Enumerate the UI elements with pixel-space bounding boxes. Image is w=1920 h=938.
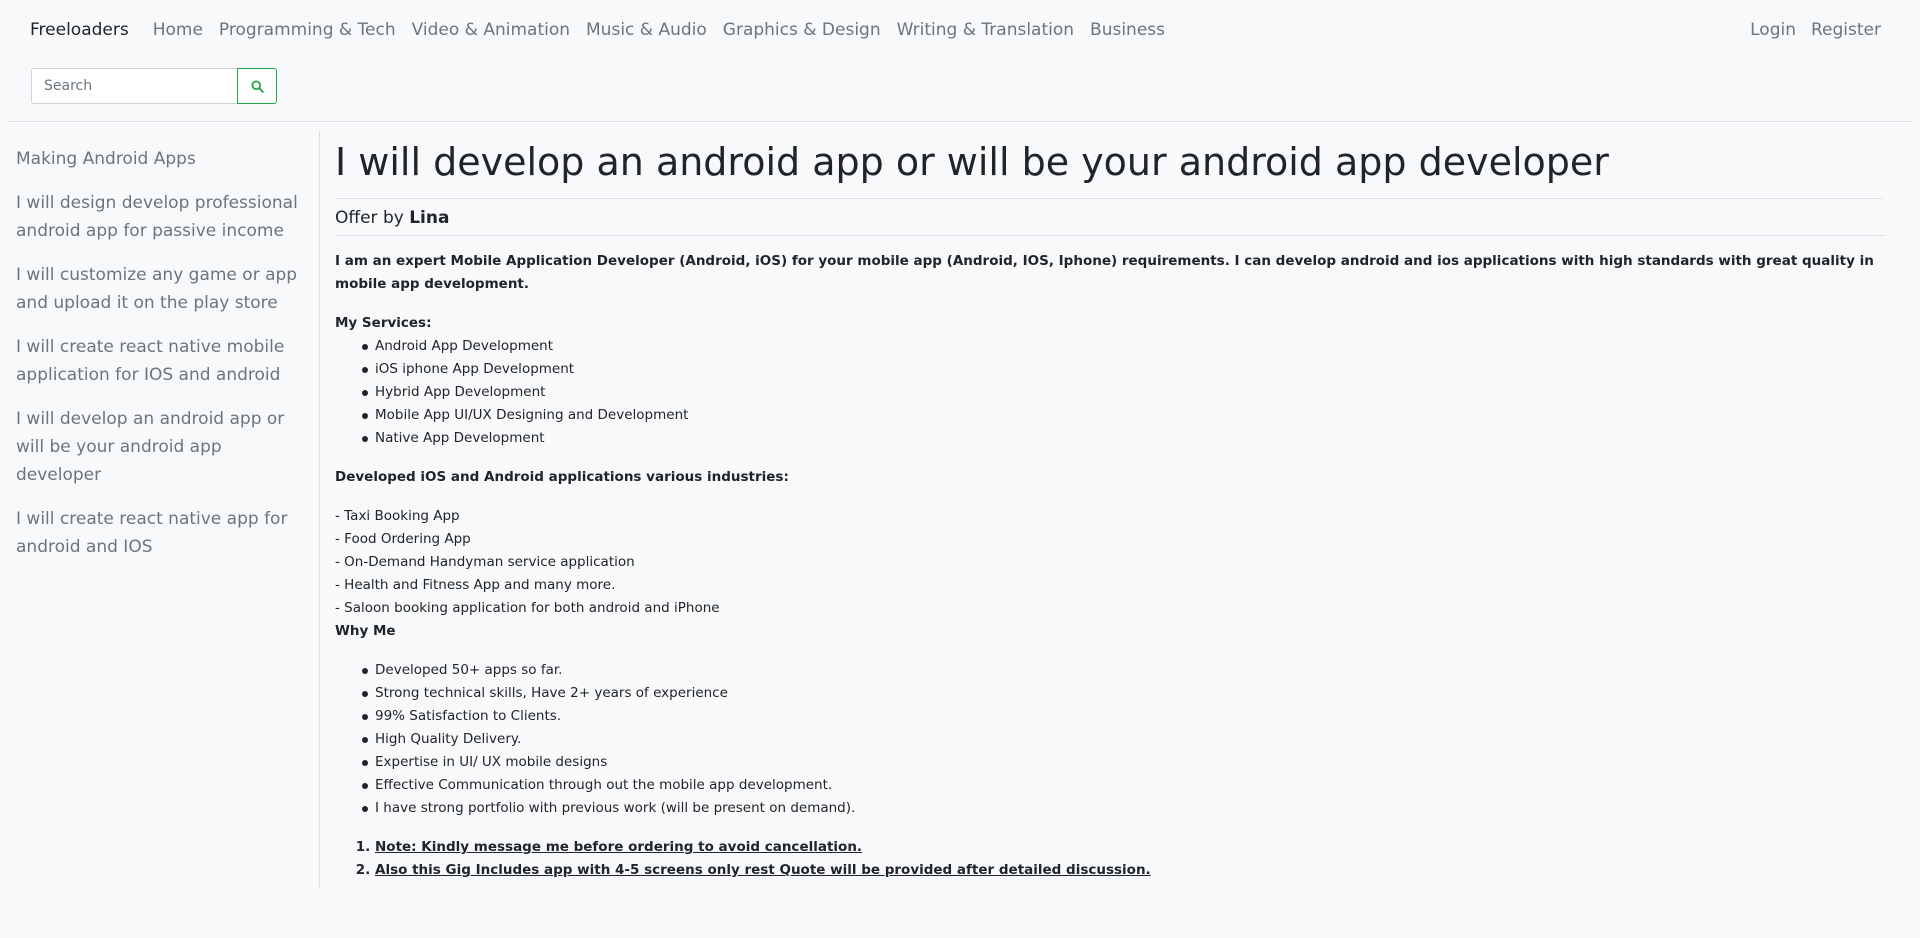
list-item: - Saloon booking application for both an… — [335, 600, 720, 616]
list-item: Developed 50+ apps so far. — [362, 659, 1885, 682]
list-item: - On-Demand Handyman service application — [335, 554, 635, 570]
sidebar-item-gig[interactable]: I will customize any game or app and upl… — [16, 261, 303, 317]
sidebar-item-gig[interactable]: I will create react native app for andro… — [16, 505, 303, 561]
search-form — [0, 60, 1920, 120]
list-item: Effective Communication through out the … — [362, 774, 1885, 797]
list-item: I have strong portfolio with previous wo… — [362, 797, 1885, 820]
why-list: Developed 50+ apps so far. Strong techni… — [335, 659, 1885, 820]
nav-business[interactable]: Business — [1090, 20, 1165, 40]
list-item: iOS iphone App Development — [362, 358, 1885, 381]
gig-description: I am an expert Mobile Application Develo… — [335, 236, 1885, 882]
notes-list: Note: Kindly message me before ordering … — [335, 836, 1885, 882]
auth-links: Login Register — [1750, 0, 1881, 60]
sidebar-item-gig[interactable]: I will develop an android app or will be… — [16, 405, 303, 489]
list-item: - Food Ordering App — [335, 531, 471, 547]
industries-heading: Developed iOS and Android applications v… — [335, 469, 789, 485]
search-button[interactable] — [237, 68, 277, 104]
nav-music-audio[interactable]: Music & Audio — [586, 20, 707, 40]
gig-detail: I will develop an android app or will be… — [320, 131, 1900, 889]
list-item: - Taxi Booking App — [335, 508, 460, 524]
list-item: Native App Development — [362, 427, 1885, 450]
page-body: Making Android Apps I will design develo… — [0, 131, 1920, 889]
list-item: Android App Development — [362, 335, 1885, 358]
services-list: Android App Development iOS iphone App D… — [335, 335, 1885, 450]
intro-text: I am an expert Mobile Application Develo… — [335, 253, 1874, 292]
why-heading: Why Me — [335, 623, 396, 639]
list-item: Expertise in UI/ UX mobile designs — [362, 751, 1885, 774]
industries-list: - Taxi Booking App - Food Ordering App -… — [335, 505, 1885, 620]
list-item: Hybrid App Development — [362, 381, 1885, 404]
sidebar-item-gig[interactable]: I will design develop professional andro… — [16, 189, 303, 245]
sidebar-item-category[interactable]: Making Android Apps — [16, 145, 303, 173]
sidebar-item-gig[interactable]: I will create react native mobile applic… — [16, 333, 303, 389]
search-input[interactable] — [31, 68, 237, 104]
list-item: - Health and Fitness App and many more. — [335, 577, 616, 593]
login-link[interactable]: Login — [1750, 20, 1796, 40]
top-navbar: Freeloaders Home Programming & Tech Vide… — [0, 0, 1920, 60]
list-item: Mobile App UI/UX Designing and Developme… — [362, 404, 1885, 427]
main-nav: Home Programming & Tech Video & Animatio… — [153, 20, 1165, 40]
list-item: 99% Satisfaction to Clients. — [362, 705, 1885, 728]
nav-home[interactable]: Home — [153, 20, 203, 40]
page-title: I will develop an android app or will be… — [335, 138, 1883, 199]
search-icon — [250, 79, 264, 93]
services-heading: My Services: — [335, 315, 432, 331]
offer-prefix: Offer by — [335, 208, 404, 228]
nav-programming-tech[interactable]: Programming & Tech — [219, 20, 396, 40]
header-divider — [8, 121, 1912, 122]
list-item: High Quality Delivery. — [362, 728, 1885, 751]
nav-video-animation[interactable]: Video & Animation — [412, 20, 570, 40]
nav-graphics-design[interactable]: Graphics & Design — [723, 20, 881, 40]
brand-link[interactable]: Freeloaders — [30, 20, 129, 40]
note-item: Also this Gig Includes app with 4-5 scre… — [375, 859, 1885, 882]
note-item: Note: Kindly message me before ordering … — [375, 836, 1885, 859]
seller-name[interactable]: Lina — [409, 208, 449, 228]
offer-by: Offer by Lina — [335, 199, 1885, 236]
sidebar: Making Android Apps I will design develo… — [0, 131, 320, 889]
nav-writing-translation[interactable]: Writing & Translation — [897, 20, 1074, 40]
register-link[interactable]: Register — [1811, 20, 1881, 40]
list-item: Strong technical skills, Have 2+ years o… — [362, 682, 1885, 705]
